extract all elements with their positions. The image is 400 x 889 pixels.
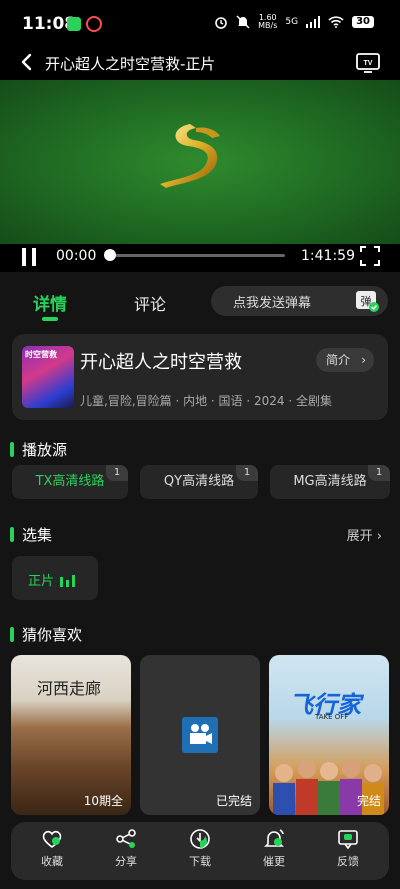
recommend-item[interactable]: 已完结	[140, 655, 260, 815]
feedback-button[interactable]: 反馈	[318, 828, 378, 869]
film-camera-icon	[182, 717, 218, 753]
status-icons: 1.60 MB/s 5G 30	[214, 14, 374, 30]
episode-label: 正片	[28, 574, 55, 589]
playing-bars-icon	[60, 575, 75, 587]
ribbon-logo	[160, 124, 220, 188]
video-player[interactable]	[0, 80, 400, 244]
poster-text: 时空营救	[25, 350, 57, 359]
active-tab-indicator	[42, 317, 58, 321]
section-sources: 播放源	[9, 439, 67, 460]
tv-cast-icon[interactable]: TV	[356, 51, 380, 73]
video-name: 开心超人之时空营救	[80, 352, 242, 373]
network-type: 5G	[285, 17, 299, 27]
wechat-notification-icon	[67, 17, 81, 31]
danmaku-input[interactable]: 点我发送弹幕 弹	[211, 286, 388, 316]
source-mg[interactable]: MG高清线路 1	[270, 465, 390, 499]
status-bar: 11:08 1.60 MB/s 5G 30	[0, 0, 400, 48]
video-title: 开心超人之时空营救-正片	[45, 55, 216, 73]
expand-episodes-button[interactable]: 展开 ›	[347, 525, 382, 544]
title-bar: 开心超人之时空营救-正片 TV	[0, 48, 400, 80]
tab-comments[interactable]: 评论	[134, 291, 166, 315]
source-badge: 1	[236, 465, 258, 481]
section-recommend: 猜你喜欢	[9, 624, 82, 645]
source-qy[interactable]: QY高清线路 1	[140, 465, 258, 499]
intro-label: 简介	[326, 353, 351, 367]
download-icon	[190, 829, 210, 849]
feedback-icon	[338, 830, 358, 850]
video-info-card: 时空营救 开心超人之时空营救 简介 › 儿童,冒险,冒险篇 · 内地 · 国语 …	[12, 334, 388, 420]
detail-tabs: 详情 评论 点我发送弹幕 弹	[0, 272, 400, 328]
music-notification-icon	[86, 16, 102, 32]
fullscreen-icon[interactable]	[360, 246, 380, 266]
video-meta: 儿童,冒险,冒险篇 · 内地 · 国语 · 2024 · 全剧集	[80, 394, 332, 408]
network-speed: 1.60 MB/s	[258, 13, 278, 30]
mute-icon	[236, 15, 250, 29]
pause-icon[interactable]	[22, 248, 36, 266]
chevron-right-icon: ›	[361, 353, 366, 367]
recommend-item[interactable]: 飞行家 TAKE OFF 完结	[269, 655, 389, 815]
recommend-item[interactable]: 河西走廊 10期全	[11, 655, 131, 815]
tab-details[interactable]: 详情	[33, 290, 67, 315]
recommend-poster-subtitle: TAKE OFF	[315, 713, 349, 721]
bell-icon	[264, 829, 284, 847]
recommend-status: 10期全	[83, 794, 123, 808]
section-episodes: 选集	[9, 524, 52, 545]
player-controls: 00:00 1:41:59	[0, 244, 400, 272]
alarm-icon	[215, 17, 227, 29]
progress-knob[interactable]	[104, 249, 116, 261]
total-time: 1:41:59	[301, 248, 355, 264]
episode-item[interactable]: 正片	[12, 556, 98, 600]
chevron-right-icon: ›	[376, 529, 382, 544]
source-tx[interactable]: TX高清线路 1	[12, 465, 128, 499]
source-badge: 1	[106, 465, 128, 481]
bottom-action-bar: 收藏 分享 下载 催更 反馈	[11, 822, 389, 880]
recommend-status: 完结	[356, 794, 381, 808]
svg-text:TV: TV	[364, 60, 373, 67]
wifi-icon	[328, 16, 344, 28]
intro-button[interactable]: 简介 ›	[316, 348, 374, 372]
danmaku-toggle-icon[interactable]: 弹	[354, 287, 380, 313]
video-poster: 时空营救	[22, 346, 74, 408]
share-icon	[116, 829, 136, 848]
heart-icon	[42, 830, 62, 849]
danmaku-placeholder: 点我发送弹幕	[233, 296, 312, 311]
battery-indicator: 30	[352, 16, 374, 28]
recommend-status: 已完结	[215, 794, 252, 808]
current-time: 00:00	[56, 248, 97, 264]
progress-track[interactable]	[110, 254, 285, 257]
favorite-button[interactable]: 收藏	[22, 828, 82, 869]
source-badge: 1	[368, 465, 390, 481]
share-button[interactable]: 分享	[96, 828, 156, 869]
remind-update-button[interactable]: 催更	[244, 828, 304, 869]
recommend-poster-title: 河西走廊	[37, 679, 102, 698]
signal-icon	[306, 16, 321, 28]
download-button[interactable]: 下载	[170, 828, 230, 869]
back-arrow-icon[interactable]	[16, 51, 38, 73]
